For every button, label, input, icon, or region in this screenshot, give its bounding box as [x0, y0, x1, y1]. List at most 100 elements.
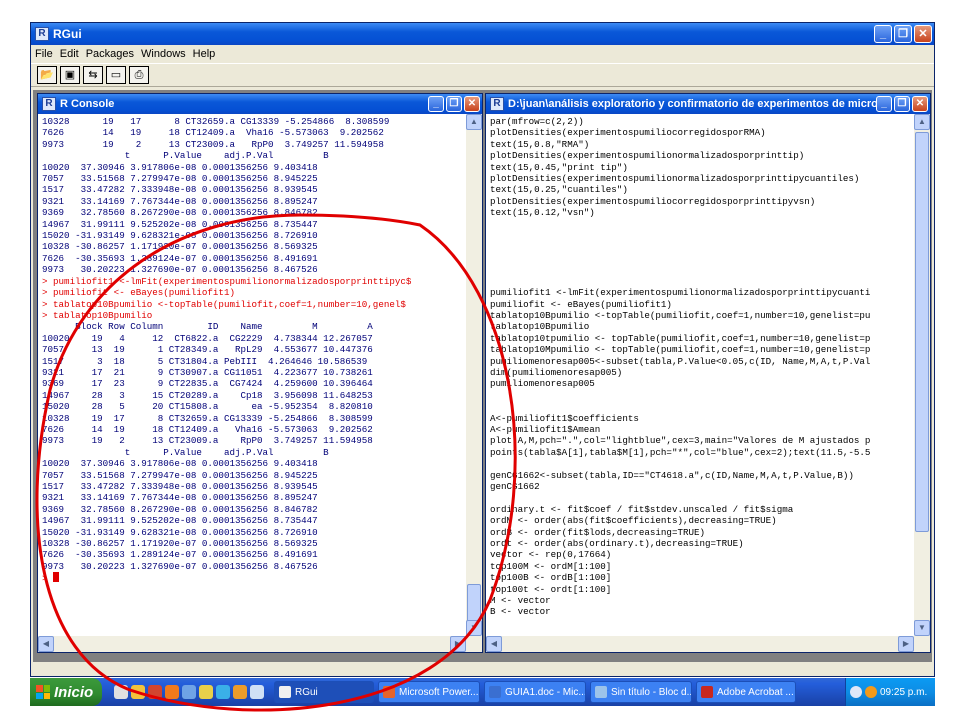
editor-close-button[interactable]: ✕ — [912, 96, 928, 112]
console-line: 9321 17 21 9 CT30907.a CG11051 4.223677 … — [42, 366, 373, 378]
menu-edit[interactable]: Edit — [60, 48, 79, 60]
start-label: Inicio — [54, 683, 94, 701]
menu-packages[interactable]: Packages — [86, 48, 134, 60]
text-cursor — [53, 572, 60, 583]
console-maximize-button[interactable]: ❐ — [446, 96, 462, 112]
console-line: 7626 -30.35693 1.289124e-07 0.0001356256… — [42, 549, 318, 561]
acrobat-icon — [701, 686, 713, 698]
console-line: 15020 -31.93149 9.628321e-08 0.000135625… — [42, 526, 318, 538]
code-line: text(15,0.12,"vsn") — [490, 207, 595, 219]
editor-vertical-scrollbar[interactable]: ▲ ▼ — [914, 114, 930, 636]
close-button[interactable]: ✕ — [914, 25, 932, 43]
console-line: 9973 30.20223 1.327690e-07 0.0001356256 … — [42, 560, 318, 572]
editor-title-bar[interactable]: R D:\juan\análisis exploratorio y confir… — [486, 94, 930, 114]
app-icon[interactable] — [233, 685, 247, 699]
app-icon[interactable] — [182, 685, 196, 699]
console-output[interactable]: 10328 19 17 8 CT32659.a CG13339 -5.25486… — [38, 114, 466, 636]
media-icon[interactable] — [148, 685, 162, 699]
code-line: A<-pumiliofit1$coefficients — [490, 412, 639, 424]
console-icon[interactable]: ▭ — [106, 66, 126, 84]
save-icon[interactable]: ▣ — [60, 66, 80, 84]
code-line: plotDensities(experimentospumiliocorregi… — [490, 127, 766, 139]
code-line: par(mfrow=c(2,2)) — [490, 116, 584, 127]
tray-expand-icon[interactable] — [850, 686, 862, 698]
menu-windows[interactable]: Windows — [141, 48, 186, 60]
console-line: 7626 -30.35693 1.289124e-07 0.0001356256… — [42, 252, 318, 264]
console-line: 9369 32.78560 8.267290e-08 0.0001356256 … — [42, 503, 318, 515]
print-icon[interactable]: ⎙ — [129, 66, 149, 84]
task-powerpoint[interactable]: Microsoft Power... — [378, 681, 480, 703]
main-title-bar[interactable]: R RGui _ ❐ ✕ — [31, 23, 934, 45]
mail-icon[interactable] — [165, 685, 179, 699]
scroll-right-icon[interactable]: ▶ — [450, 636, 466, 652]
scroll-left-icon[interactable]: ◀ — [486, 636, 502, 652]
load-workspace-icon[interactable]: ⇆ — [83, 66, 103, 84]
tray-app-icon[interactable] — [865, 686, 877, 698]
console-prompt[interactable]: > — [42, 572, 462, 584]
console-line: 9973 19 2 13 CT23009.a RpP0 3.749257 11.… — [42, 435, 373, 447]
clock[interactable]: 09:25 p.m. — [880, 687, 927, 698]
scroll-down-icon[interactable]: ▼ — [914, 620, 930, 636]
code-line: ordt <- order(abs(ordinary.t),decreasing… — [490, 538, 744, 550]
console-line: > tablatop10Bpumilio <-topTable(pumiliof… — [42, 298, 406, 310]
console-close-button[interactable]: ✕ — [464, 96, 480, 112]
task-word[interactable]: GUIA1.doc - Mic... — [484, 681, 586, 703]
code-line: plotDensities(experimentospumiliocorregi… — [490, 195, 816, 207]
start-button[interactable]: Inicio — [30, 678, 102, 706]
show-desktop-icon[interactable] — [114, 685, 128, 699]
code-line: genCG1662 — [490, 481, 540, 492]
scroll-right-icon[interactable]: ▶ — [898, 636, 914, 652]
code-line: plotDensities(experimentospumilionormali… — [490, 173, 860, 185]
desktop: R RGui _ ❐ ✕ File Edit Packages Windows … — [0, 0, 960, 720]
r-logo-icon: R — [490, 97, 504, 111]
explorer-icon[interactable] — [131, 685, 145, 699]
scroll-up-icon[interactable]: ▲ — [914, 114, 930, 130]
maximize-button[interactable]: ❐ — [894, 25, 912, 43]
console-minimize-button[interactable]: _ — [428, 96, 444, 112]
task-rgui[interactable]: RGui — [274, 681, 374, 703]
console-line: 14967 31.99111 9.525202e-08 0.0001356256… — [42, 515, 318, 527]
console-line: 1517 3 18 5 CT31804.a PebIII 4.264646 10… — [42, 355, 368, 367]
minimize-button[interactable]: _ — [874, 25, 892, 43]
console-horizontal-scrollbar[interactable]: ◀ ▶ — [38, 636, 482, 652]
internet-explorer-icon[interactable] — [216, 685, 230, 699]
notepad-icon — [595, 686, 607, 698]
console-line: t P.Value adj.P.Val B — [42, 446, 329, 458]
scroll-thumb[interactable] — [915, 132, 929, 532]
console-line: 15020 28 5 20 CT15808.a ea -5.952354 8.8… — [42, 401, 373, 413]
console-line: 14967 31.99111 9.525202e-08 0.0001356256… — [42, 218, 318, 230]
main-window-title: RGui — [53, 27, 82, 41]
code-line: pumiliomenoresap005<-subset(tabla,P.Valu… — [490, 355, 871, 367]
menu-file[interactable]: File — [35, 48, 53, 60]
scroll-up-icon[interactable]: ▲ — [466, 114, 482, 130]
console-vertical-scrollbar[interactable]: ▲ ▼ — [466, 114, 482, 636]
menu-help[interactable]: Help — [193, 48, 216, 60]
editor-horizontal-scrollbar[interactable]: ◀ ▶ — [486, 636, 930, 652]
app-icon[interactable] — [250, 685, 264, 699]
editor-minimize-button[interactable]: _ — [876, 96, 892, 112]
console-line: 14967 28 3 15 CT20289.a Cp18 3.956098 11… — [42, 389, 373, 401]
code-line: vector <- rep(0,17664) — [490, 549, 612, 561]
code-line: top100M <- ordM[1:100] — [490, 560, 612, 572]
app-icon[interactable] — [199, 685, 213, 699]
task-acrobat[interactable]: Adobe Acrobat ... — [696, 681, 796, 703]
console-line: 1517 33.47282 7.333948e-08 0.0001356256 … — [42, 481, 318, 492]
console-line: Block Row Column ID Name M A — [42, 321, 373, 333]
code-line: top100B <- ordB[1:100] — [490, 572, 612, 584]
code-line: M <- vector — [490, 595, 551, 607]
scroll-down-icon[interactable]: ▼ — [466, 620, 482, 636]
script-editor-text[interactable]: par(mfrow=c(2,2)) plotDensities(experimen… — [486, 114, 914, 636]
code-line: ordB <- order(fit$lods,decreasing=TRUE) — [490, 526, 706, 538]
open-script-icon[interactable]: 📂 — [37, 66, 57, 84]
editor-maximize-button[interactable]: ❐ — [894, 96, 910, 112]
console-line: 9973 19 2 13 CT23009.a RpP0 3.749257 11.… — [42, 138, 384, 150]
console-title-bar[interactable]: R R Console _ ❐ ✕ — [38, 94, 482, 114]
scroll-left-icon[interactable]: ◀ — [38, 636, 54, 652]
task-notepad[interactable]: Sin título - Bloc d... — [590, 681, 692, 703]
